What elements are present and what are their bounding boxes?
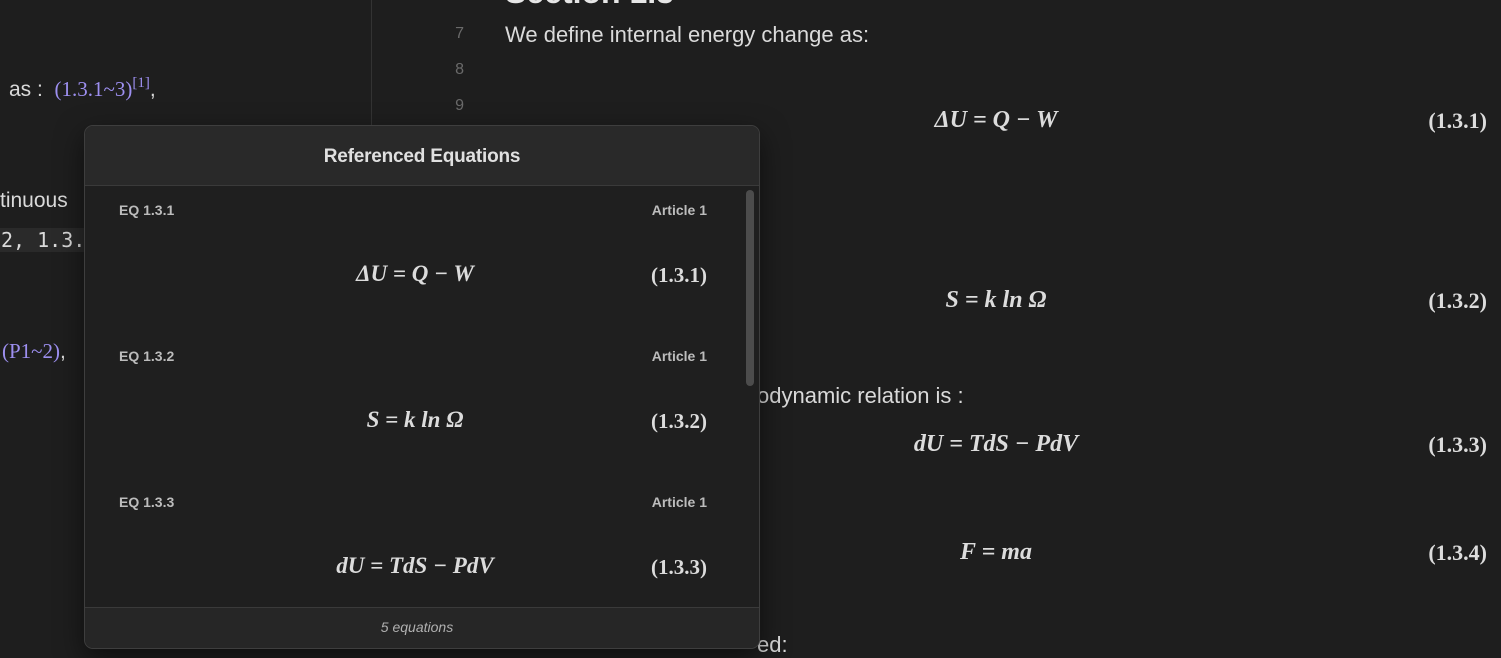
equation-math: ΔU = Q − W — [356, 261, 474, 286]
page-reference-link[interactable]: (P1~2) — [2, 339, 60, 363]
section-heading: Section 1.3 — [505, 0, 674, 11]
equation-number: (1.3.2) — [651, 409, 707, 433]
left-text-line-4: (P1~2), — [2, 339, 66, 364]
line-number: 7 — [455, 25, 464, 42]
popup-header: Referenced Equations — [85, 126, 759, 186]
equation-list-item[interactable]: EQ 1.3.2 Article 1 S = k ln Ω (1.3.2) — [85, 332, 759, 478]
popup-footer: 5 equations — [85, 607, 759, 648]
left-line-1-text: as : — [9, 78, 43, 101]
equation-number: (1.3.3) — [651, 555, 707, 579]
equation-list-item[interactable]: EQ 1.3.3 Article 1 dU = TdS − PdV (1.3.3… — [85, 478, 759, 605]
equation-math: dU = TdS − PdV — [336, 553, 494, 578]
article-label: Article 1 — [651, 348, 707, 364]
line-number: 8 — [455, 61, 464, 78]
equation-number: (1.3.2) — [1428, 288, 1487, 313]
left-line-4-tail: , — [60, 340, 66, 363]
equation-count: 5 equations — [380, 619, 454, 635]
equation-list-item[interactable]: EQ 1.3.1 Article 1 ΔU = Q − W (1.3.1) — [85, 186, 759, 332]
equation-id: EQ 1.3.2 — [119, 348, 175, 364]
equation-number: (1.3.1) — [1428, 108, 1487, 133]
text-thermo-relation: odynamic relation is : — [757, 383, 964, 408]
citation-reference-link[interactable]: [1] — [132, 75, 150, 91]
equation-math: S = k ln Ω — [366, 407, 464, 432]
left-line-1-tail: , — [149, 78, 156, 101]
article-label: Article 1 — [651, 202, 707, 218]
popup-title: Referenced Equations — [323, 146, 521, 167]
left-text-line-1: as : (1.3.1~3)[1], — [9, 75, 156, 102]
referenced-equations-popup: Referenced Equations EQ 1.3.1 Article 1 … — [84, 125, 760, 649]
equation-reference-link[interactable]: (1.3.1~3) — [55, 77, 133, 101]
equation-id: EQ 1.3.3 — [119, 494, 175, 510]
equation-id: EQ 1.3.1 — [119, 202, 175, 218]
left-text-line-2: tinuous — [0, 189, 68, 212]
equation-number: (1.3.4) — [1428, 540, 1487, 565]
equation-list[interactable]: EQ 1.3.1 Article 1 ΔU = Q − W (1.3.1) EQ… — [85, 186, 759, 605]
popup-scrollbar[interactable] — [746, 190, 754, 386]
article-label: Article 1 — [651, 494, 707, 510]
inline-code: 2, 1.3. — [0, 228, 89, 252]
line-number: 9 — [455, 97, 464, 114]
equation-number: (1.3.3) — [1428, 432, 1487, 457]
text-line-7: We define internal energy change as: — [505, 22, 870, 47]
equation-number: (1.3.1) — [651, 263, 707, 287]
text-bottom: ed: — [757, 632, 788, 657]
